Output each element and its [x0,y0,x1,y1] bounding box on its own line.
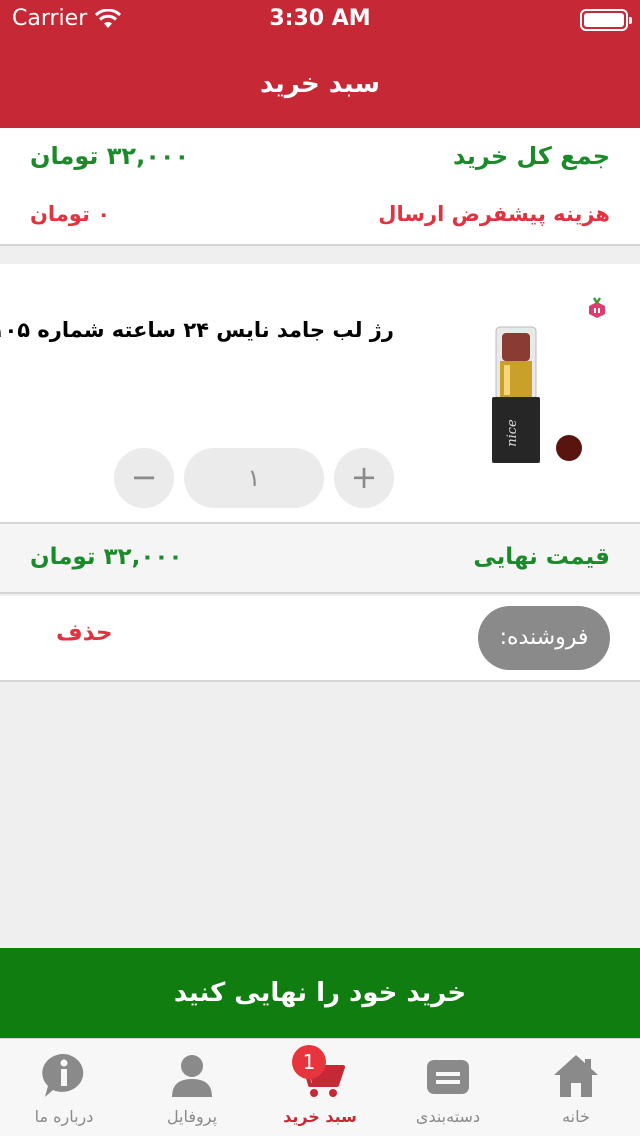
battery-icon [580,9,632,31]
profile-icon [172,1055,212,1097]
seller-row: فروشنده: حذف [0,596,640,682]
quantity-value: ۱ [184,448,324,508]
tab-home-label: خانه [562,1107,590,1126]
final-price-row: قیمت نهایی ۳۲,۰۰۰ تومان [0,522,640,594]
info-icon [42,1053,84,1097]
shipping-row: هزینه پیشفرض ارسال ۰ تومان [30,202,610,226]
page-title: سبد خرید [0,40,640,128]
product-image[interactable]: nice [486,325,546,465]
final-price-value: ۳۲,۰۰۰ تومان [30,544,183,570]
svg-text:nice: nice [505,419,520,447]
status-bar: Carrier 3:30 AM [0,0,640,40]
category-icon [427,1060,469,1094]
color-swatch [556,435,582,461]
cart-summary: جمع کل خرید ۳۲,۰۰۰ تومان هزینه پیشفرض ار… [0,128,640,246]
tab-cart-label: سبد خرید [283,1107,357,1126]
delete-button[interactable]: حذف [56,620,113,646]
cart-badge: 1 [292,1045,326,1079]
product-title[interactable]: رژ لب جامد نایس ۲۴ ساعته شماره ۱۰۵ [0,318,394,342]
tab-home[interactable]: خانه [512,1039,640,1136]
checkout-button[interactable]: خرید خود را نهایی کنید [0,948,640,1038]
shipping-value: ۰ تومان [30,202,111,226]
tab-bar: خانه دسته‌بندی 1 سبد خرید پروفایل [0,1038,640,1136]
tab-profile[interactable]: پروفایل [128,1039,256,1136]
increase-quantity-button[interactable]: + [334,448,394,508]
final-price-label: قیمت نهایی [473,544,610,570]
tab-profile-label: پروفایل [166,1107,218,1126]
home-icon [554,1055,598,1097]
decrease-quantity-button[interactable]: − [114,448,174,508]
total-label: جمع کل خرید [453,142,610,170]
store-logo-icon [589,297,605,318]
seller-button[interactable]: فروشنده: [478,606,610,670]
tab-cart[interactable]: 1 سبد خرید [256,1039,384,1136]
tab-categories[interactable]: دسته‌بندی [384,1039,512,1136]
total-value: ۳۲,۰۰۰ تومان [30,142,190,170]
clock: 3:30 AM [269,6,371,31]
tab-categories-label: دسته‌بندی [415,1107,481,1126]
tab-about[interactable]: درباره ما [0,1039,128,1136]
total-row: جمع کل خرید ۳۲,۰۰۰ تومان [30,142,610,170]
shipping-label: هزینه پیشفرض ارسال [378,202,610,226]
tab-about-label: درباره ما [34,1107,94,1126]
